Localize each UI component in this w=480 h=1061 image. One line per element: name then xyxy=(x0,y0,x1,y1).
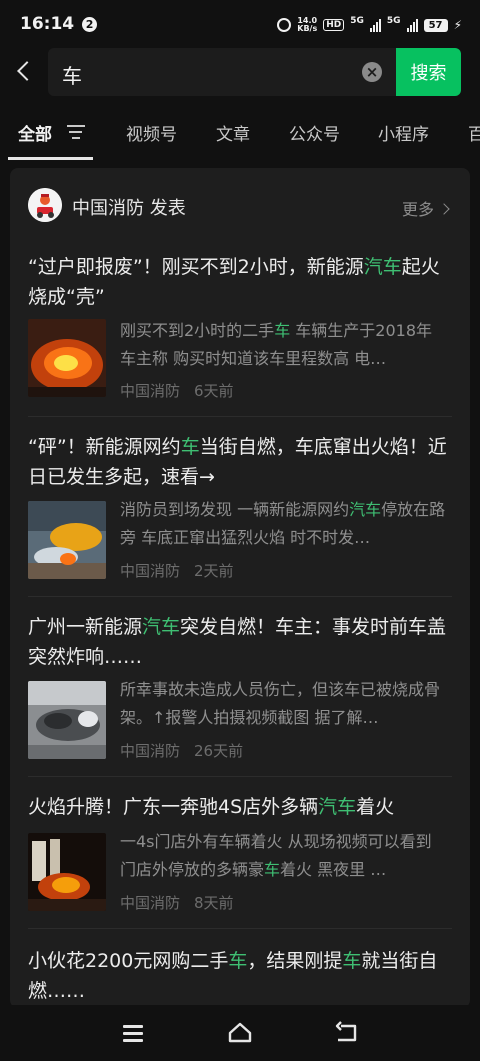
signal-icon-1 xyxy=(369,18,381,32)
network-type-2: 5G xyxy=(386,16,401,26)
divider xyxy=(28,416,452,417)
article-meta: 中国消防 6天前 xyxy=(120,380,234,401)
article-source: 中国消防 xyxy=(120,382,181,400)
tab-channels[interactable]: 视频号 xyxy=(126,120,177,145)
article-snippet: 所幸事故未造成人员伤亡，但该车已被烧成骨架。↑报警人拍摄视频截图 据了解… xyxy=(120,680,441,727)
article-time: 26天前 xyxy=(194,742,244,760)
article-meta: 中国消防 26天前 xyxy=(120,740,243,761)
avatar[interactable] xyxy=(28,188,62,222)
hd-icon: HD xyxy=(323,19,345,31)
article-source: 中国消防 xyxy=(120,894,181,912)
article-source: 中国消防 xyxy=(120,742,181,760)
search-input[interactable]: 车 × xyxy=(48,48,396,96)
list-item[interactable]: 广州一新能源汽车突发自燃！车主：事发时前车盖突然炸响…… 所幸事故未造成人员伤亡… xyxy=(10,598,470,777)
fire-mascot-icon xyxy=(28,188,62,222)
net-speed: 14.0 KB/s xyxy=(297,16,318,33)
battery-icon: 57 xyxy=(423,18,448,32)
status-bar: 16:14 2 14.0 KB/s HD 5G 5G 57 ⚡ xyxy=(0,0,480,48)
system-nav-bar xyxy=(0,1005,480,1061)
article-thumbnail xyxy=(28,319,106,397)
source-name: 中国消防 发表 xyxy=(72,198,186,219)
network-type-1: 5G xyxy=(350,16,364,26)
list-item[interactable]: “砰”！新能源网约车当街自燃，车底窜出火焰！近日已发生多起，速看→ 消防员到场发… xyxy=(10,418,470,597)
article-title: 小伙花2200元网购二手车，结果刚提车就当街自燃…… xyxy=(28,950,438,1002)
home-icon[interactable] xyxy=(226,1019,254,1047)
tab-all[interactable]: 全部 xyxy=(18,120,52,145)
search-query: 车 xyxy=(62,64,82,88)
article-meta: 中国消防 2天前 xyxy=(120,560,234,581)
back-button[interactable] xyxy=(14,58,36,86)
list-item[interactable]: “过户即报废”！刚买不到2小时，新能源汽车起火烧成“壳” 刚买不到2小时的二手车… xyxy=(10,238,470,417)
tab-mini-programs[interactable]: 小程序 xyxy=(378,120,429,145)
more-link[interactable]: 更多 xyxy=(402,196,450,220)
tab-official-accounts[interactable]: 公众号 xyxy=(289,120,340,145)
notification-badge: 2 xyxy=(82,16,98,32)
list-item[interactable]: 火焰升腾！广东一奔驰4S店外多辆汽车着火 一4s门店外有车辆着火 从现场视频可以… xyxy=(10,778,470,929)
tab-articles[interactable]: 文章 xyxy=(216,120,250,145)
search-button[interactable]: 搜索 xyxy=(396,48,461,96)
back-icon[interactable] xyxy=(333,1019,361,1047)
signal-icon-2 xyxy=(406,18,418,32)
clear-icon[interactable]: × xyxy=(362,62,382,82)
results-card: 中国消防 发表 更多 “过户即报废”！刚买不到2小时，新能源汽车起火烧成“壳” … xyxy=(10,168,470,1008)
tab-bar: 全部 视频号 文章 公众号 小程序 百 xyxy=(0,112,480,160)
alarm-icon xyxy=(277,18,292,32)
divider xyxy=(28,596,452,597)
article-time: 6天前 xyxy=(194,382,234,400)
article-time: 8天前 xyxy=(194,894,234,912)
article-meta: 中国消防 8天前 xyxy=(120,892,234,913)
divider xyxy=(28,776,452,777)
tab-baike[interactable]: 百 xyxy=(468,120,480,145)
article-source: 中国消防 xyxy=(120,562,181,580)
article-time: 2天前 xyxy=(194,562,234,580)
article-title: “过户即报废”！刚买不到2小时，新能源汽车起火烧成“壳” xyxy=(28,256,440,308)
status-indicators: 14.0 KB/s HD 5G 5G 57 ⚡ xyxy=(277,16,462,34)
article-thumbnail xyxy=(28,833,106,911)
filter-icon[interactable] xyxy=(67,125,85,139)
article-thumbnail xyxy=(28,681,106,759)
divider xyxy=(28,928,452,929)
menu-icon[interactable] xyxy=(119,1019,147,1047)
article-title: “砰”！新能源网约车当街自燃，车底窜出火焰！近日已发生多起，速看→ xyxy=(28,436,447,488)
list-item[interactable]: 小伙花2200元网购二手车，结果刚提车就当街自燃…… xyxy=(10,930,470,1008)
charging-icon: ⚡ xyxy=(453,18,462,32)
article-title: 火焰升腾！广东一奔驰4S店外多辆汽车着火 xyxy=(28,796,395,818)
active-tab-indicator xyxy=(8,157,93,160)
article-snippet: 消防员到场发现 一辆新能源网约汽车停放在路旁 车底正窜出猛烈火焰 时不时发… xyxy=(120,500,446,547)
article-snippet: 一4s门店外有车辆着火 从现场视频可以看到 门店外停放的多辆豪车着火 黑夜里 … xyxy=(120,832,432,879)
article-title: 广州一新能源汽车突发自燃！车主：事发时前车盖突然炸响…… xyxy=(28,616,447,668)
article-thumbnail xyxy=(28,501,106,579)
chevron-right-icon xyxy=(438,203,450,215)
source-header[interactable]: 中国消防 发表 更多 xyxy=(10,168,470,238)
status-time: 16:14 xyxy=(20,14,75,34)
search-row: 车 × 搜索 xyxy=(0,48,480,96)
article-snippet: 刚买不到2小时的二手车 车辆生产于2018年 车主称 购买时知道该车里程数高 电… xyxy=(120,321,433,368)
